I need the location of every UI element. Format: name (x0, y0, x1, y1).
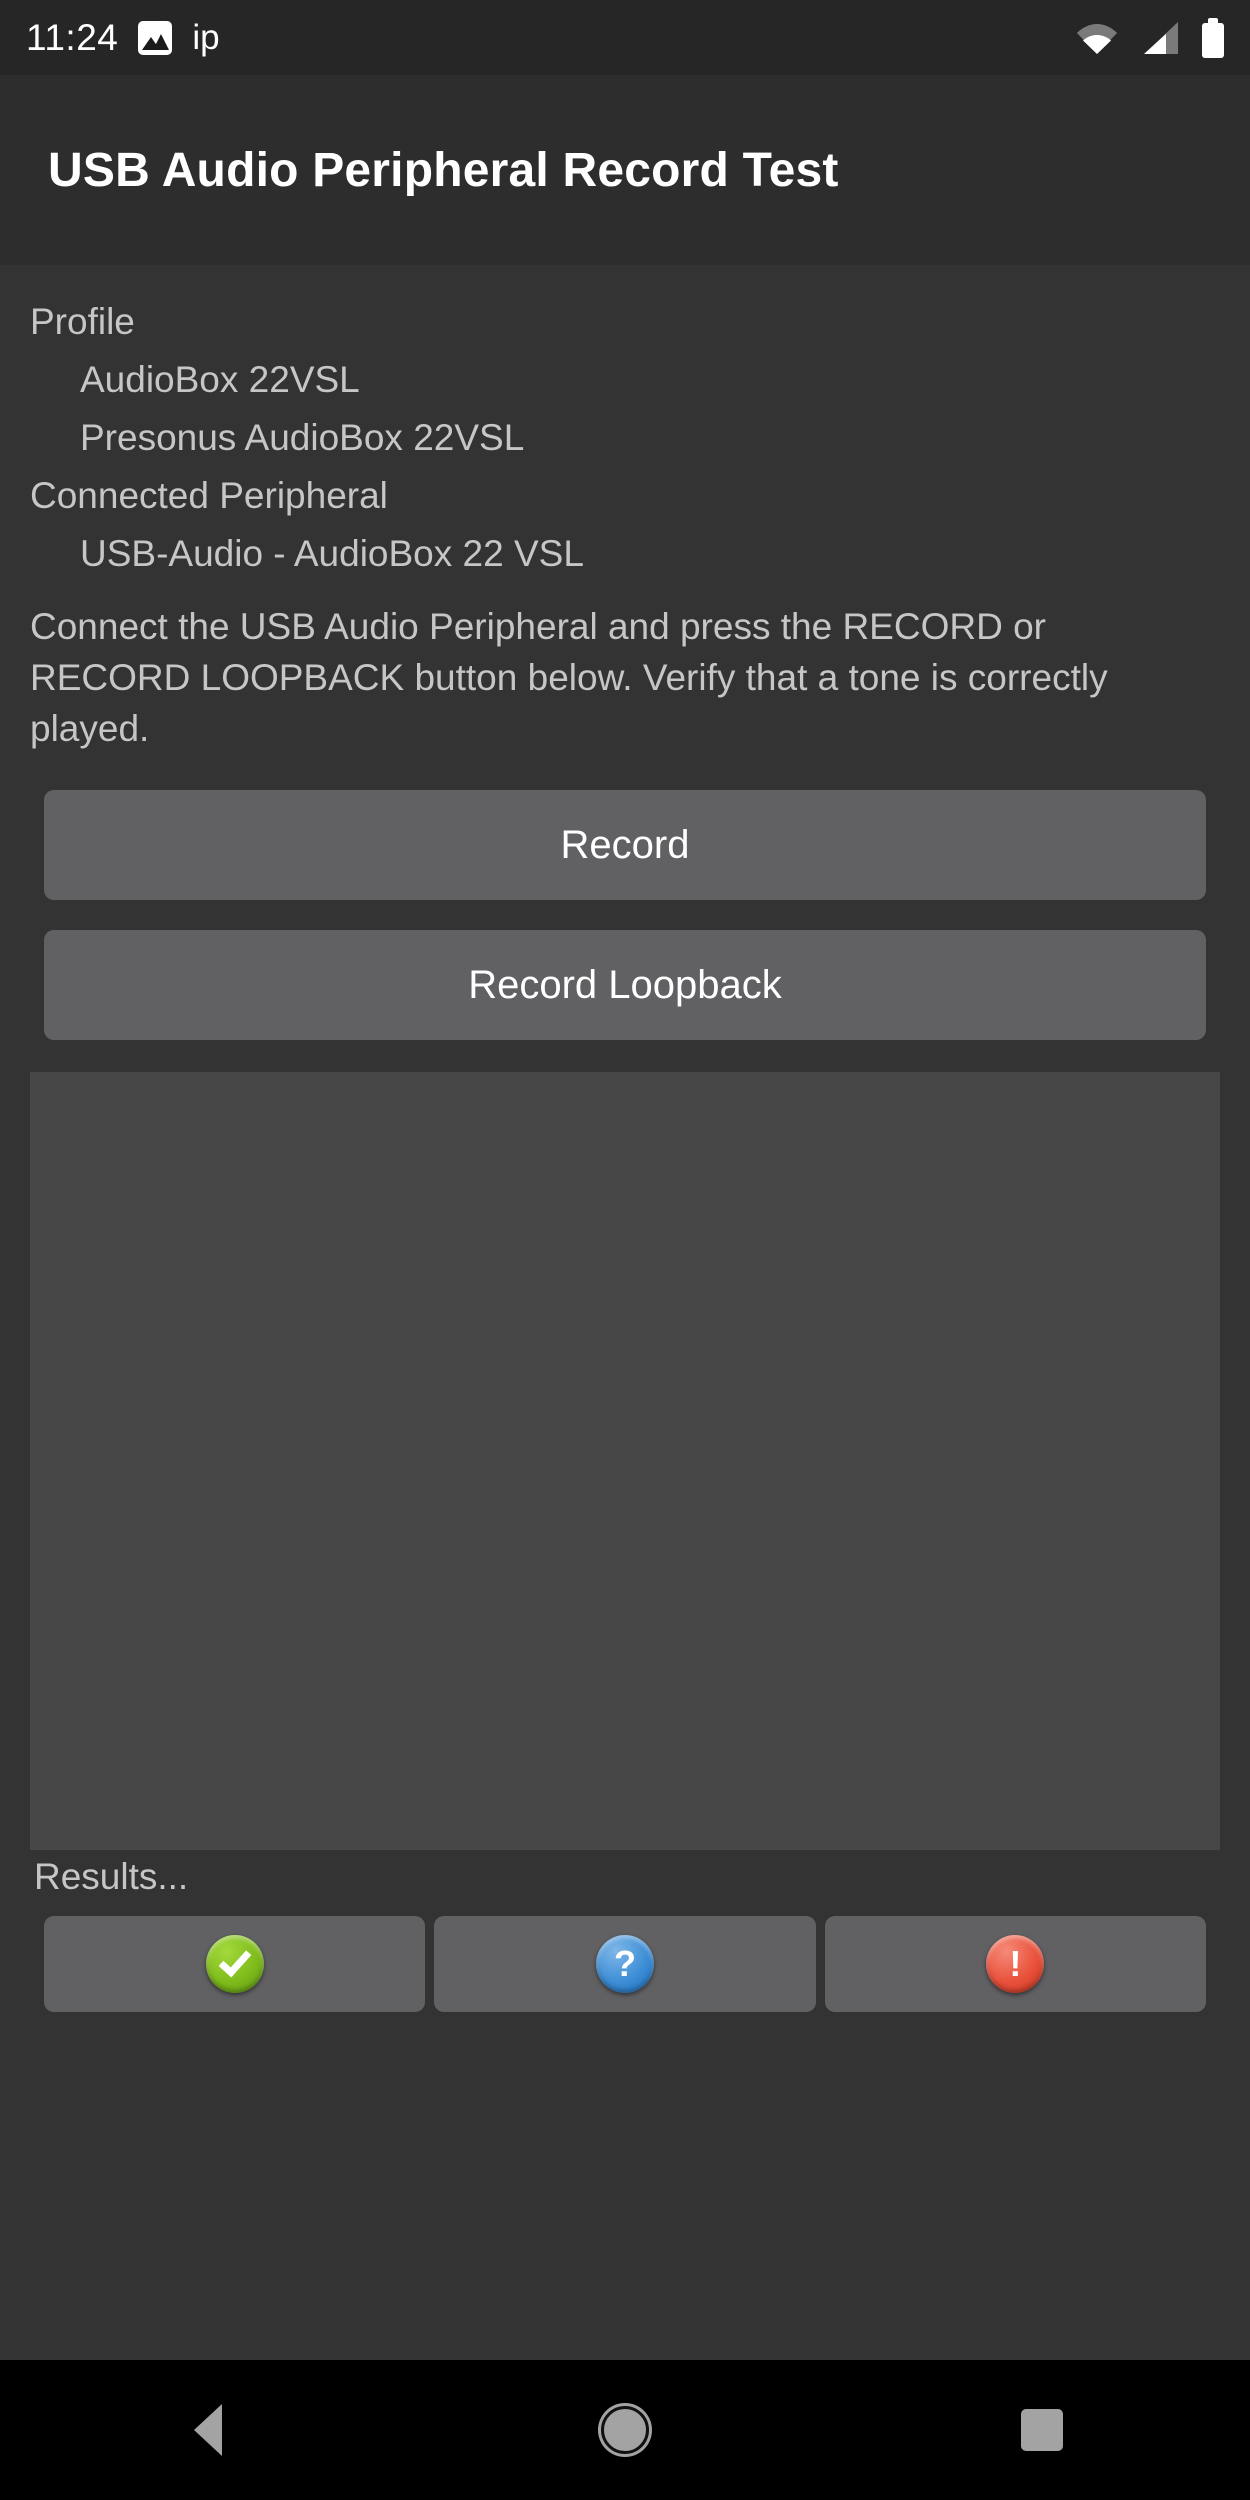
waveform-display-area (30, 1072, 1220, 1850)
exclamation-mark-glyph: ! (1009, 1943, 1022, 1984)
result-fail-button[interactable]: ! (824, 1916, 1206, 2012)
instructions-text: Connect the USB Audio Peripheral and pre… (30, 606, 1108, 749)
result-buttons-row: ? ! (44, 1916, 1206, 2012)
status-bar: 11:24 ip (0, 0, 1250, 75)
profile-label: Profile (30, 301, 135, 342)
main-content: Profile AudioBox 22VSL Presonus AudioBox… (0, 265, 1250, 2012)
check-circle-icon (205, 1935, 264, 1993)
profile-name: AudioBox 22VSL (80, 359, 360, 400)
exclamation-circle-icon: ! (986, 1935, 1045, 1993)
app-screen: 11:24 ip USB Audio Peripheral Record Tes… (0, 0, 1250, 2500)
status-bar-notification-label: ip (192, 18, 220, 57)
connected-peripheral-label: Connected Peripheral (30, 475, 388, 516)
wifi-icon (1076, 21, 1118, 55)
recents-square-icon (1020, 2409, 1063, 2451)
result-pass-button[interactable] (44, 1916, 426, 2012)
question-circle-icon: ? (595, 1935, 654, 1993)
result-info-button[interactable]: ? (434, 1916, 816, 2012)
battery-icon (1202, 17, 1224, 58)
profile-product: Presonus AudioBox 22VSL (80, 417, 525, 458)
app-bar: USB Audio Peripheral Record Test (0, 75, 1250, 265)
status-bar-right (1076, 17, 1224, 58)
nav-recents-button[interactable] (833, 2360, 1250, 2500)
question-mark-glyph: ? (613, 1943, 636, 1984)
nav-home-button[interactable] (417, 2360, 834, 2500)
status-bar-left: 11:24 ip (26, 19, 220, 56)
status-bar-clock: 11:24 (26, 17, 119, 58)
results-label: Results... (34, 1856, 189, 1897)
check-mark-glyph (218, 1943, 252, 1978)
cellular-signal-icon (1140, 20, 1180, 56)
record-loopback-button[interactable]: Record Loopback (44, 930, 1206, 1040)
back-triangle-icon (194, 2404, 223, 2456)
connected-peripheral-device: USB-Audio - AudioBox 22 VSL (80, 533, 584, 574)
nav-back-button[interactable] (0, 2360, 417, 2500)
record-button[interactable]: Record (44, 790, 1206, 900)
system-navigation-bar (0, 2360, 1250, 2500)
photo-icon (138, 20, 173, 55)
page-title: USB Audio Peripheral Record Test (48, 143, 839, 197)
home-circle-icon (601, 2406, 649, 2454)
